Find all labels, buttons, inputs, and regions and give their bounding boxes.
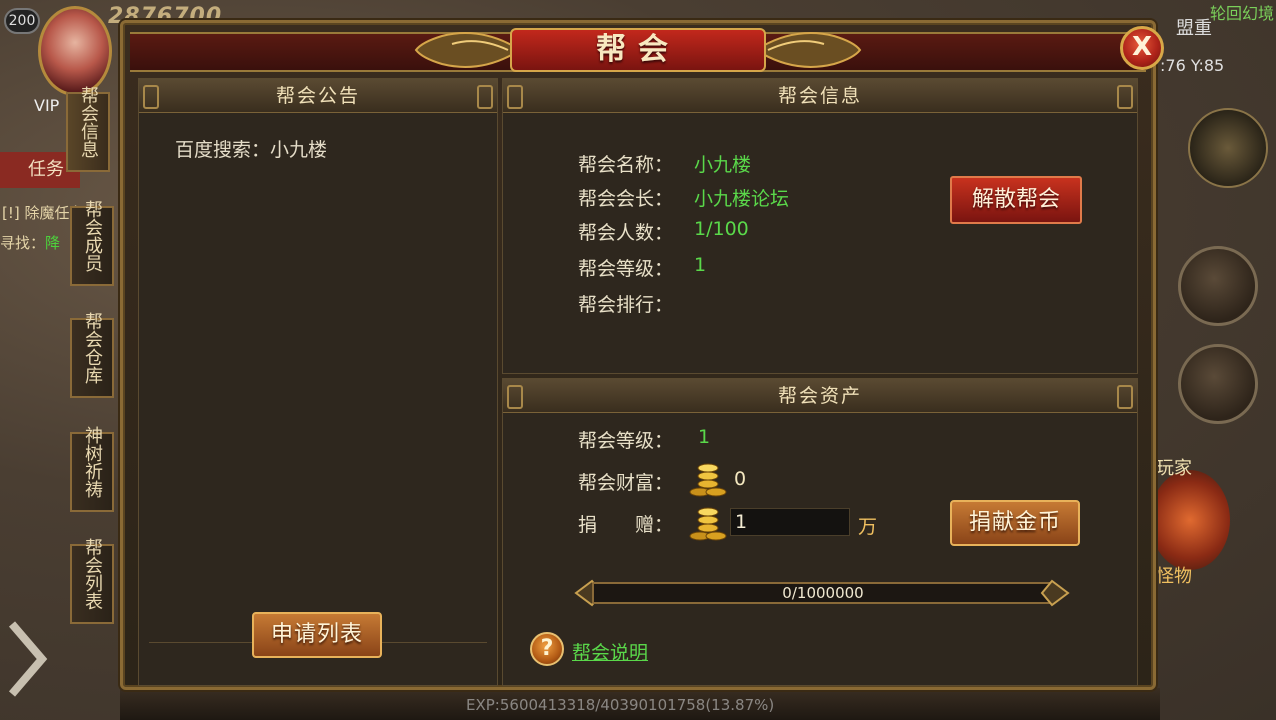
tab-guild-info[interactable]: 帮会信息	[66, 86, 110, 172]
guild-level-value: 1	[694, 254, 707, 276]
zone-name: 轮回幻境	[1210, 4, 1275, 23]
wealth-label: 帮会财富：	[578, 472, 674, 494]
skill-slot-1[interactable]	[1178, 246, 1258, 326]
wealth-value: 0	[734, 468, 747, 490]
tab-sacred-tree-prayer[interactable]: 神树祈祷	[70, 426, 114, 512]
close-button[interactable]: X	[1120, 26, 1164, 70]
player-avatar[interactable]	[38, 6, 112, 96]
progress-text: 0/1000000	[782, 584, 864, 602]
tab-guild-members[interactable]: 帮会成员	[70, 200, 114, 286]
find-target[interactable]: 寻找：降	[0, 232, 60, 253]
help-question-icon[interactable]: ?	[530, 632, 564, 666]
boss-icon[interactable]	[1188, 108, 1268, 188]
assets-level-label: 帮会等级：	[578, 430, 674, 452]
target-monster-toggle[interactable]: 怪物	[1156, 562, 1192, 588]
title-ornament-right-icon	[754, 32, 862, 68]
tab-label: 帮会仓库	[82, 312, 103, 384]
expand-arrow-icon[interactable]	[6, 614, 50, 704]
exp-readout: EXP:5600413318/40390101758(13.87%)	[466, 696, 775, 714]
tab-guild-list[interactable]: 帮会列表	[70, 538, 114, 624]
tab-guild-warehouse[interactable]: 帮会仓库	[70, 312, 114, 398]
attack-button[interactable]	[1150, 470, 1230, 570]
tab-label: 帮会信息	[78, 86, 99, 158]
tab-label: 神树祈祷	[82, 426, 103, 498]
guild-name-label: 帮会名称：	[578, 154, 674, 176]
gold-coins-icon	[689, 507, 727, 541]
progress-cap-right-icon	[1040, 579, 1070, 607]
tab-label: 帮会列表	[82, 538, 103, 610]
donate-gold-button[interactable]: 捐献金币	[950, 500, 1080, 546]
guild-name-value: 小九楼	[694, 154, 752, 176]
guild-leader-label: 帮会会长：	[578, 188, 674, 210]
guild-help-link[interactable]: 帮会说明	[572, 638, 648, 665]
find-target-name: 降	[45, 234, 61, 252]
map-name: 盟重	[1176, 18, 1212, 39]
skill-slot-2[interactable]	[1178, 344, 1258, 424]
tab-label: 帮会成员	[82, 200, 103, 272]
target-player-toggle[interactable]: 玩家	[1156, 454, 1192, 480]
donate-amount-input[interactable]	[730, 508, 850, 536]
donate-unit: 万	[858, 516, 878, 538]
vip-label: VIP	[34, 96, 60, 115]
find-label: 寻找：	[0, 234, 46, 252]
notice-text[interactable]: 百度搜索：小九楼	[175, 135, 327, 162]
notice-header: 帮会公告	[139, 79, 497, 113]
title-ornament-left-icon	[414, 32, 522, 68]
guild-leader-value: 小九楼论坛	[694, 188, 790, 210]
apply-list-button[interactable]: 申请列表	[252, 612, 382, 658]
donate-label: 捐 赠：	[578, 514, 674, 536]
notice-panel: 帮会公告 百度搜索：小九楼	[138, 78, 498, 686]
guild-assets-header: 帮会资产	[503, 379, 1137, 413]
game-screen: 200 2876700 VIP 任务 [!] 除魔任务 寻找：降 轮回幻境 盟重…	[0, 0, 1276, 720]
dialog-title: 帮会	[510, 28, 766, 72]
guild-info-header: 帮会信息	[503, 79, 1137, 113]
guild-members-label: 帮会人数：	[578, 222, 674, 244]
guild-members-value: 1/100	[694, 218, 749, 240]
player-level-badge: 200	[4, 8, 40, 34]
gold-coins-icon	[689, 463, 727, 497]
guild-level-label: 帮会等级：	[578, 258, 674, 280]
assets-level-value: 1	[698, 426, 711, 448]
guild-rank-label: 帮会排行：	[578, 294, 674, 316]
guild-exp-progress: 0/1000000	[592, 582, 1054, 604]
map-coordinates: :76 Y:85	[1160, 56, 1225, 75]
disband-guild-button[interactable]: 解散帮会	[950, 176, 1082, 224]
